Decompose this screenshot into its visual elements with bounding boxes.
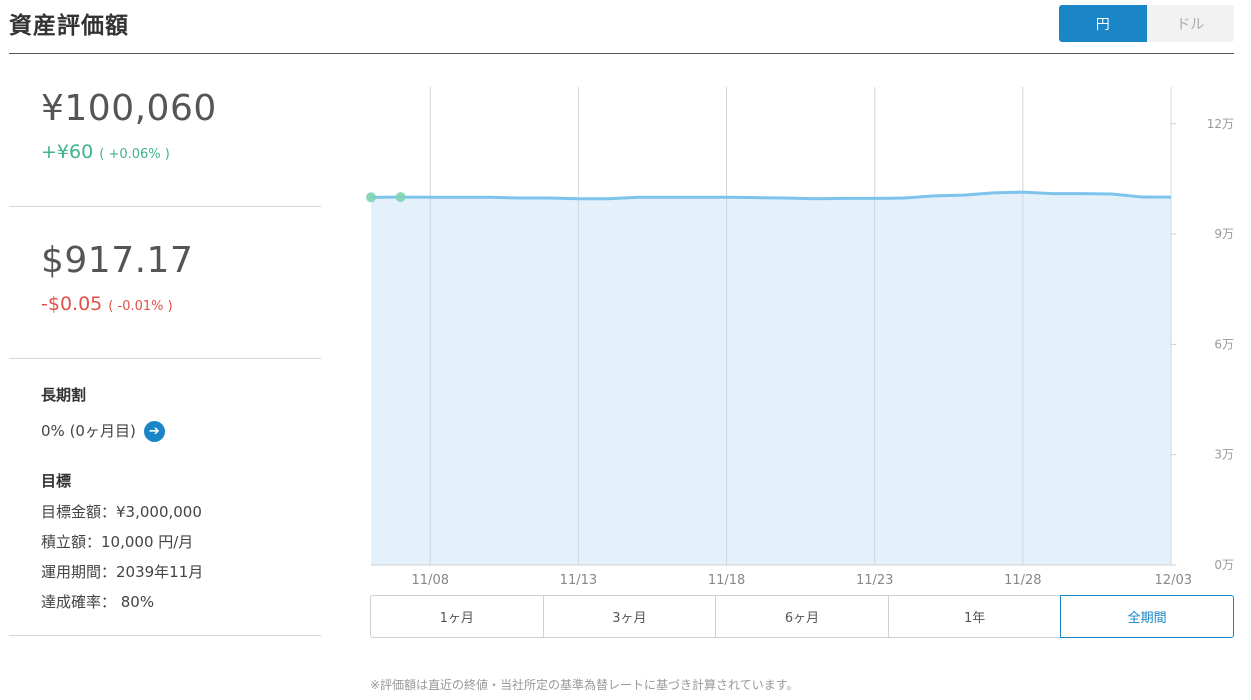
asset-chart: 11/08 11/13 11/18 11/23 11/28 12/03 0万 3万 6万 9万 12… — [366, 87, 1234, 588]
chart-x-tick-label: 12/03 — [1155, 573, 1192, 588]
chart-point-marker — [395, 192, 406, 203]
period-selector: 1ヶ月 3ヶ月 6ヶ月 1年 全期間 — [370, 595, 1234, 638]
chart-x-tick-label: 11/13 — [560, 573, 597, 588]
chart-x-tick-label: 11/18 — [708, 573, 745, 588]
chart-y-tick-label: 0万 — [1214, 558, 1234, 572]
period-1m-button[interactable]: 1ヶ月 — [370, 595, 544, 638]
period-1y-button[interactable]: 1年 — [887, 595, 1062, 638]
chart-y-tick-label: 9万 — [1214, 227, 1234, 241]
chart-area-fill — [371, 192, 1171, 565]
chart-y-tick-label: 12万 — [1207, 117, 1234, 131]
chart-x-tick-label: 11/28 — [1004, 573, 1041, 588]
period-6m-button[interactable]: 6ヶ月 — [715, 595, 889, 638]
chart-y-tick-label: 6万 — [1214, 337, 1234, 351]
section-divider — [9, 635, 321, 636]
chart-x-tick-label: 11/08 — [412, 573, 449, 588]
footnote: ※評価額は直近の終値・当社所定の基準為替レートに基づき計算されています。 — [370, 678, 799, 692]
period-3m-button[interactable]: 3ヶ月 — [542, 595, 717, 638]
chart-y-tick-label: 3万 — [1214, 448, 1234, 462]
chart-x-tick-label: 11/23 — [856, 573, 893, 588]
chart-point-marker — [366, 192, 376, 203]
period-all-button[interactable]: 全期間 — [1060, 595, 1234, 638]
